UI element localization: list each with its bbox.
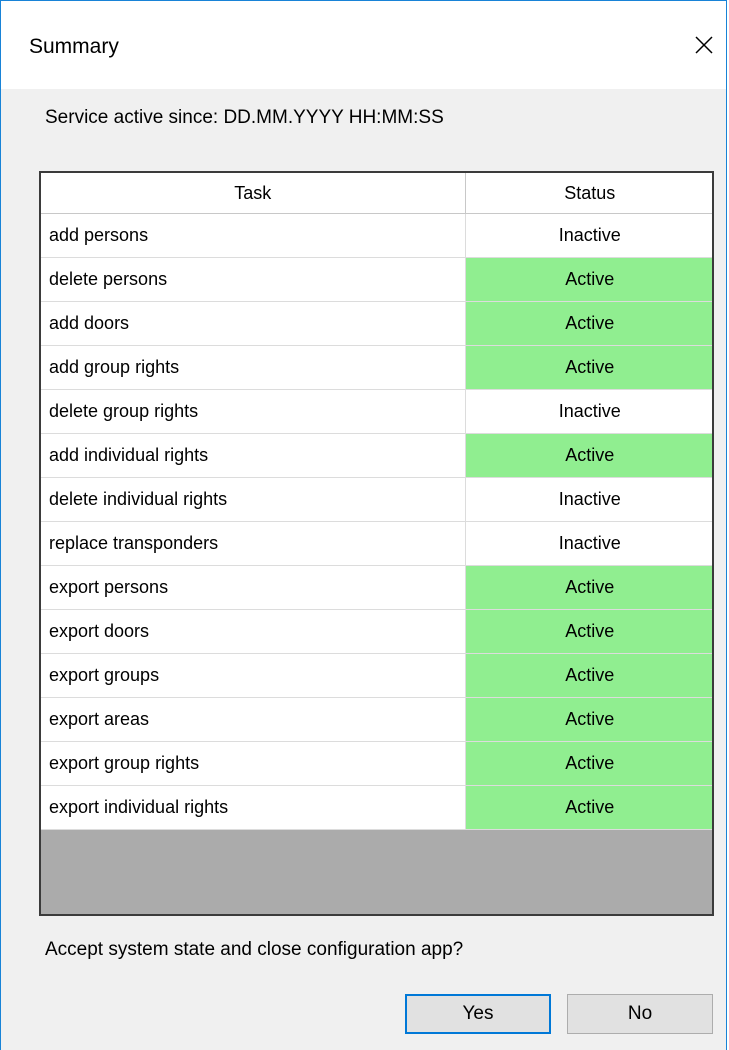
task-table: Task Status add persons Inactive delete pe… bbox=[41, 173, 712, 830]
table-row[interactable]: delete individual rights Inactive bbox=[41, 477, 712, 522]
task-cell: delete individual rights bbox=[41, 477, 466, 522]
task-status-grid[interactable]: Task Status add persons Inactive delete pe… bbox=[39, 171, 714, 916]
column-header-task[interactable]: Task bbox=[41, 173, 466, 214]
task-cell: export doors bbox=[41, 609, 466, 654]
task-cell: add persons bbox=[41, 213, 466, 258]
table-row[interactable]: export groups Active bbox=[41, 653, 712, 698]
task-cell: replace transponders bbox=[41, 521, 466, 566]
task-cell: delete persons bbox=[41, 257, 466, 302]
summary-dialog: Summary Service active since: DD.MM.YYYY… bbox=[0, 0, 727, 1050]
close-button[interactable] bbox=[682, 23, 726, 67]
status-cell: Active bbox=[465, 653, 712, 698]
title-bar: Summary bbox=[1, 1, 726, 89]
task-cell: delete group rights bbox=[41, 389, 466, 434]
status-cell: Active bbox=[465, 609, 712, 654]
status-cell: Inactive bbox=[465, 521, 712, 566]
status-cell: Active bbox=[465, 565, 712, 610]
table-row[interactable]: export persons Active bbox=[41, 565, 712, 610]
yes-button[interactable]: Yes bbox=[405, 994, 551, 1034]
task-cell: add doors bbox=[41, 301, 466, 346]
table-row[interactable]: add individual rights Active bbox=[41, 433, 712, 478]
table-row[interactable]: add persons Inactive bbox=[41, 213, 712, 258]
close-icon bbox=[695, 36, 713, 54]
status-cell: Active bbox=[465, 741, 712, 786]
table-row[interactable]: add doors Active bbox=[41, 301, 712, 346]
task-cell: export areas bbox=[41, 697, 466, 742]
task-rows: add persons Inactive delete persons Active a… bbox=[41, 213, 712, 830]
status-cell: Inactive bbox=[465, 213, 712, 258]
task-cell: export group rights bbox=[41, 741, 466, 786]
task-cell: export persons bbox=[41, 565, 466, 610]
dialog-title: Summary bbox=[29, 35, 119, 58]
no-button[interactable]: No bbox=[567, 994, 713, 1034]
status-cell: Active bbox=[465, 697, 712, 742]
table-row[interactable]: export individual rights Active bbox=[41, 785, 712, 830]
service-active-since-label: Service active since: DD.MM.YYYY HH:MM:S… bbox=[45, 107, 444, 128]
table-row[interactable]: export areas Active bbox=[41, 697, 712, 742]
status-cell: Active bbox=[465, 433, 712, 478]
task-cell: add group rights bbox=[41, 345, 466, 390]
task-cell: export groups bbox=[41, 653, 466, 698]
column-header-status[interactable]: Status bbox=[465, 173, 712, 214]
table-row[interactable]: delete persons Active bbox=[41, 257, 712, 302]
table-row[interactable]: export group rights Active bbox=[41, 741, 712, 786]
status-cell: Active bbox=[465, 345, 712, 390]
status-cell: Active bbox=[465, 785, 712, 830]
table-header-row: Task Status bbox=[41, 173, 712, 214]
task-cell: add individual rights bbox=[41, 433, 466, 478]
confirmation-question: Accept system state and close configurat… bbox=[45, 939, 464, 960]
status-cell: Active bbox=[465, 257, 712, 302]
table-row[interactable]: export doors Active bbox=[41, 609, 712, 654]
status-cell: Inactive bbox=[465, 477, 712, 522]
table-row[interactable]: replace transponders Inactive bbox=[41, 521, 712, 566]
task-cell: export individual rights bbox=[41, 785, 466, 830]
table-row[interactable]: delete group rights Inactive bbox=[41, 389, 712, 434]
table-row[interactable]: add group rights Active bbox=[41, 345, 712, 390]
status-cell: Inactive bbox=[465, 389, 712, 434]
status-cell: Active bbox=[465, 301, 712, 346]
